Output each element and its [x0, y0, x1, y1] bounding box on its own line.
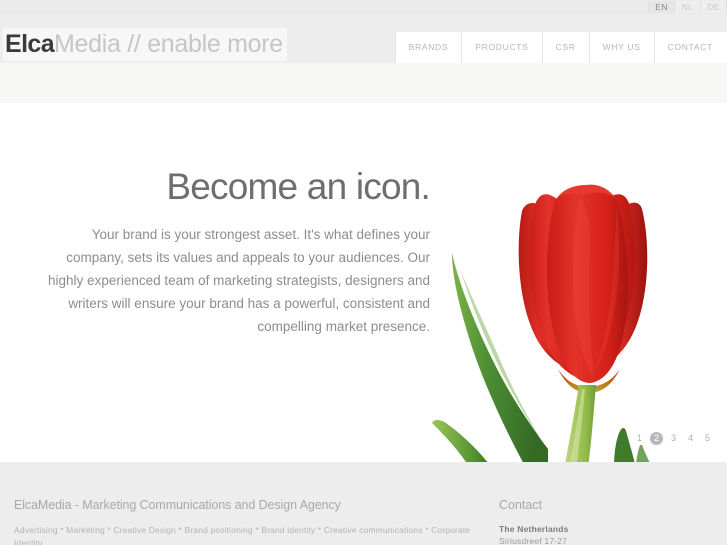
nav-item-brands[interactable]: BRANDS [395, 32, 463, 63]
footer-service-keywords: Advertising * Marketing * Creative Desig… [14, 525, 471, 545]
site-logo[interactable]: ElcaMedia // enable more [3, 28, 287, 61]
site-footer: ElcaMedia - Marketing Communications and… [0, 462, 727, 545]
language-option-de[interactable]: DE [700, 1, 727, 13]
language-option-nl[interactable]: NL [674, 1, 700, 13]
footer-contact-country: The Netherlands [499, 524, 569, 534]
logo-text-primary: Elca [5, 30, 55, 58]
main-navigation: BRANDS PRODUCTS CSR WHY US CONTACT [394, 32, 727, 63]
page-root: EN NL DE ElcaMedia // enable more BRANDS… [0, 0, 727, 545]
site-header: ElcaMedia // enable more BRANDS PRODUCTS… [0, 14, 727, 63]
language-selector: EN NL DE [648, 0, 727, 14]
top-language-bar: EN NL DE [0, 0, 727, 14]
slider-page-1[interactable]: 1 [633, 432, 646, 445]
red-tulip-image [432, 184, 650, 462]
hero-copy: Become an icon. Your brand is your stron… [40, 165, 431, 338]
footer-contact-heading: Contact [499, 498, 543, 512]
hero-body-text: Your brand is your strongest asset. It's… [48, 227, 430, 334]
slider-pagination: 1 2 3 4 5 [633, 432, 714, 445]
slider-page-5[interactable]: 5 [701, 432, 714, 445]
slider-page-4[interactable]: 4 [684, 432, 697, 445]
logo-text-secondary: Media // enable more [54, 30, 283, 58]
language-option-en[interactable]: EN [648, 1, 674, 13]
hero-title: Become an icon. [166, 166, 430, 207]
footer-contact-street: Siriusdreef 17-27 [499, 536, 568, 545]
footer-company-tagline: ElcaMedia - Marketing Communications and… [14, 498, 341, 512]
slider-page-2[interactable]: 2 [650, 432, 663, 445]
nav-item-why-us[interactable]: WHY US [589, 32, 655, 63]
footer-about-block: ElcaMedia - Marketing Communications and… [14, 498, 484, 545]
footer-contact-block: Contact The Netherlands Siriusdreef 17-2… [499, 498, 714, 545]
nav-item-csr[interactable]: CSR [542, 32, 590, 63]
nav-item-contact[interactable]: CONTACT [654, 32, 727, 63]
hero-section: Become an icon. Your brand is your stron… [0, 103, 727, 462]
nav-item-products[interactable]: PRODUCTS [462, 32, 543, 63]
header-sub-band [0, 63, 727, 103]
slider-page-3[interactable]: 3 [667, 432, 680, 445]
